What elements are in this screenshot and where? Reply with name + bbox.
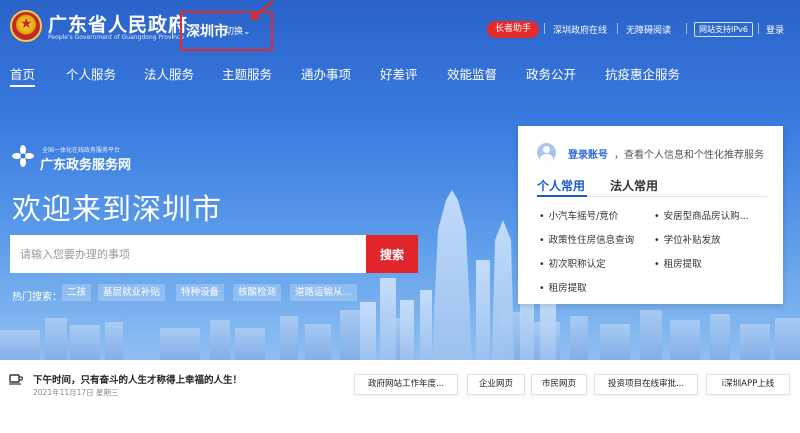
quick-link-investment-approval[interactable]: 投资项目在线审批... bbox=[594, 374, 698, 395]
coffee-cup-icon bbox=[9, 374, 23, 385]
quick-link-citizen-page[interactable]: 市民网页 bbox=[531, 374, 587, 395]
gov-service-flower-icon bbox=[12, 145, 34, 167]
panel-login-description: ，查看个人信息和个性化推荐服务 bbox=[614, 150, 764, 161]
nav-item-home[interactable]: 首页 bbox=[10, 64, 35, 83]
hot-search-tag[interactable]: 核酸检测 bbox=[233, 284, 282, 301]
tab-active-indicator bbox=[537, 195, 587, 197]
service-link[interactable]: 安居型商品房认购... bbox=[654, 208, 749, 222]
national-emblem-icon[interactable] bbox=[10, 10, 42, 42]
hot-search-tag[interactable]: 特种设备 bbox=[176, 284, 225, 301]
main-navigation: 首页 个人服务 法人服务 主题服务 通办事项 好差评 效能监督 政务公开 抗疫惠… bbox=[0, 58, 800, 88]
service-link[interactable]: 租房提取 bbox=[539, 280, 587, 294]
brand-tagline: 全国一体化在线政务服务平台 bbox=[42, 147, 121, 154]
shenzhen-gov-online-link[interactable]: 深圳政府在线 bbox=[553, 23, 607, 36]
service-link[interactable]: 政策性住房信息查询 bbox=[539, 232, 635, 246]
user-service-panel: 登录账号 ，查看个人信息和个性化推荐服务 个人常用 法人常用 小汽车摇号/竞价 … bbox=[518, 126, 783, 304]
header-separator bbox=[686, 23, 687, 34]
nav-item-universal-matters[interactable]: 通办事项 bbox=[301, 64, 351, 83]
welcome-heading: 欢迎来到深圳市 bbox=[12, 192, 223, 226]
nav-item-efficiency-supervision[interactable]: 效能监督 bbox=[447, 64, 497, 83]
tab-personal-common[interactable]: 个人常用 bbox=[537, 177, 585, 194]
service-link[interactable]: 初次职称认定 bbox=[539, 256, 606, 270]
greeting-text: 下午时间，只有奋斗的人生才称得上幸福的人生！ bbox=[33, 375, 243, 386]
login-link[interactable]: 登录 bbox=[766, 23, 784, 36]
header-divider bbox=[172, 16, 173, 38]
quick-link-ishenzhen-app[interactable]: i深圳APP上线 bbox=[706, 374, 790, 395]
quick-link-enterprise-page[interactable]: 企业网页 bbox=[467, 374, 525, 395]
site-subtitle: People's Government of Guangdong Provinc… bbox=[48, 34, 184, 41]
tab-legal-common[interactable]: 法人常用 bbox=[610, 177, 658, 194]
accessible-reading-link[interactable]: 无障碍阅读 bbox=[626, 23, 671, 36]
header-separator bbox=[544, 23, 545, 34]
user-avatar-icon bbox=[537, 143, 556, 162]
hot-search-tag[interactable]: 基层就业补贴 bbox=[98, 284, 166, 301]
hot-search-label: 热门搜索： bbox=[12, 292, 62, 303]
red-arrow-annotation bbox=[250, 0, 274, 21]
elder-helper-button[interactable]: 长者助手 bbox=[487, 21, 540, 38]
nav-item-gov-affairs-open[interactable]: 政务公开 bbox=[526, 64, 576, 83]
top-header: 广东省人民政府 People's Government of Guangdong… bbox=[0, 0, 800, 58]
search-button[interactable]: 搜索 bbox=[366, 235, 418, 273]
city-name: 深圳市 bbox=[186, 24, 228, 40]
service-link[interactable]: 小汽车摇号/竞价 bbox=[539, 208, 619, 222]
header-separator bbox=[617, 23, 618, 34]
city-switch-button[interactable]: 切换⌄ bbox=[225, 24, 251, 37]
nav-item-personal-service[interactable]: 个人服务 bbox=[66, 64, 116, 83]
brand-name: 广东政务服务网 bbox=[40, 158, 132, 173]
panel-login-link[interactable]: 登录账号 bbox=[568, 146, 608, 161]
site-title[interactable]: 广东省人民政府 bbox=[48, 10, 188, 37]
nav-item-theme-service[interactable]: 主题服务 bbox=[222, 64, 272, 83]
hot-search-tag[interactable]: 二孩 bbox=[62, 284, 92, 301]
service-link[interactable]: 学位补贴发放 bbox=[654, 232, 721, 246]
service-link[interactable]: 租房提取 bbox=[654, 256, 702, 270]
nav-active-indicator bbox=[10, 85, 35, 87]
nav-item-rating[interactable]: 好差评 bbox=[380, 64, 418, 83]
header-separator bbox=[758, 23, 759, 34]
date-text: 2021年11月17日 星期三 bbox=[33, 388, 119, 397]
quick-link-gov-annual-report[interactable]: 政府网站工作年度... bbox=[354, 374, 458, 395]
search-input[interactable] bbox=[10, 235, 366, 273]
ipv6-badge: 网站支持IPv6 bbox=[694, 22, 754, 37]
nav-item-covid-enterprise-service[interactable]: 抗疫惠企服务 bbox=[605, 64, 680, 83]
hot-search-tag[interactable]: 道路运输从... bbox=[290, 284, 357, 301]
nav-item-legal-person-service[interactable]: 法人服务 bbox=[144, 64, 194, 83]
